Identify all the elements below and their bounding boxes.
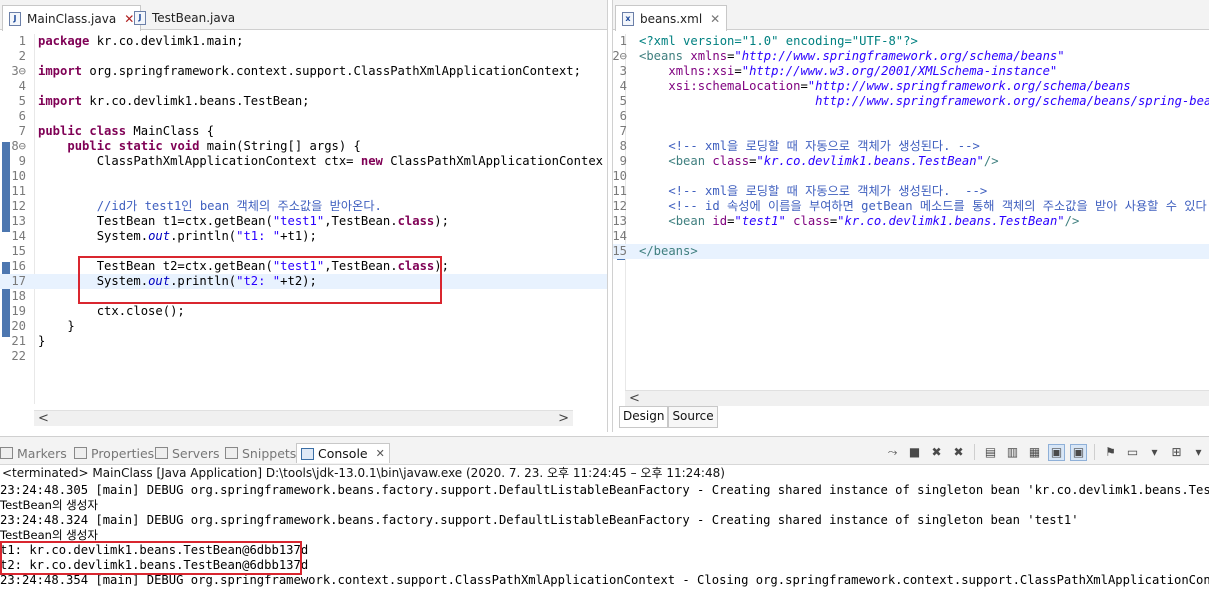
xml-editor-pane: x beans.xml ✕ 1 <?xml version="1.0" encod… <box>612 0 1209 432</box>
highlight-box <box>0 541 302 575</box>
code-line: 13 <bean id="test1" class="kr.co.devlimk… <box>612 214 1080 228</box>
code-line: 12 <!-- id 속성에 이름을 부여하면 getBean 메소드를 통해 … <box>612 199 1209 213</box>
toolbar-separator <box>1094 444 1095 460</box>
scroll-right-icon[interactable]: > <box>558 411 569 426</box>
tab-label: Console <box>318 446 368 461</box>
code-line-current: 15 </beans> <box>613 244 1209 259</box>
tab-mainclass-java[interactable]: J MainClass.java ✕ <box>2 5 142 31</box>
console-icon <box>301 447 314 460</box>
code-line: 14 System.out.println("t1: "+t1); <box>11 229 317 243</box>
word-wrap-icon[interactable]: ▦ <box>1026 444 1043 461</box>
tab-label: TestBean.java <box>152 11 236 25</box>
tab-design[interactable]: Design <box>619 406 669 428</box>
horizontal-scrollbar[interactable]: < > <box>34 410 573 426</box>
code-line: 1 <?xml version="1.0" encoding="UTF-8"?> <box>619 34 918 48</box>
tab-source[interactable]: Source <box>668 406 718 428</box>
console-pane: Markers Properties Servers Snippets Cons… <box>0 436 1209 592</box>
tab-label: Snippets <box>242 445 297 461</box>
markers-icon <box>0 447 13 459</box>
properties-icon <box>74 447 87 459</box>
code-line: 19 ctx.close(); <box>11 304 185 318</box>
code-line: 21} <box>11 334 46 348</box>
tab-properties[interactable]: Properties <box>74 443 154 463</box>
code-line: 8⊖ public static void main(String[] args… <box>11 139 361 153</box>
snippets-icon <box>225 447 238 459</box>
console-line: 23:24:48.354 [main] DEBUG org.springfram… <box>0 573 1209 587</box>
editor-tab-bar: x beans.xml ✕ <box>613 0 1209 31</box>
dropdown-chevron-icon[interactable]: ▾ <box>1146 444 1163 461</box>
open-console-icon[interactable]: ⊞ <box>1168 444 1185 461</box>
xml-file-icon: x <box>622 11 634 26</box>
code-line: 10 <box>612 169 627 183</box>
code-line: 11 <box>11 184 26 198</box>
java-editor-pane: J MainClass.java ✕ J TestBean.java 1 pack… <box>0 0 608 432</box>
code-line: 3 xmlns:xsi="http://www.w3.org/2001/XMLS… <box>619 64 1058 78</box>
scroll-left-icon[interactable]: < <box>38 411 49 426</box>
code-line: 3⊖ import org.springframework.context.sup… <box>11 64 581 78</box>
java-file-icon: J <box>9 11 21 26</box>
clear-console-icon[interactable]: ▤ <box>982 444 999 461</box>
console-status: <terminated> MainClass [Java Application… <box>2 466 725 480</box>
tab-label: MainClass.java <box>27 11 117 26</box>
console-line: 23:24:48.305 [main] DEBUG org.springfram… <box>0 483 1209 497</box>
tab-label: Markers <box>17 445 67 461</box>
code-line: 6 <box>619 109 627 123</box>
console-line: 23:24:48.324 [main] DEBUG org.springfram… <box>0 513 1079 527</box>
code-line: 5 import kr.co.devlimk1.beans.TestBean; <box>18 94 310 108</box>
code-line: 13 TestBean t1=ctx.getBean("test1",TestB… <box>11 214 449 228</box>
show-on-stdout-icon[interactable]: ▣ <box>1048 443 1065 461</box>
code-line: 2 <box>18 49 26 63</box>
editor-mode-tabs: Design Source <box>619 406 718 428</box>
java-file-icon: J <box>134 11 146 25</box>
code-line: 22 <box>11 349 26 363</box>
console-toolbar: ⤳ ■ ✖ ✖ ▤ ▥ ▦ ▣ ▣ ⚑ ▭ ▾ ⊞ ▾ <box>884 443 1207 461</box>
close-icon[interactable]: ✕ <box>376 447 385 460</box>
code-line: 7 <box>619 124 627 138</box>
code-line: 9 ClassPathXmlApplicationContext ctx= ne… <box>18 154 603 168</box>
horizontal-scrollbar[interactable]: < <box>625 390 1209 406</box>
code-line: 14 <box>612 229 627 243</box>
remove-all-launches-icon[interactable]: ✖ <box>950 444 967 461</box>
remove-launch-icon[interactable]: ✖ <box>928 444 945 461</box>
show-on-stderr-icon[interactable]: ▣ <box>1070 443 1087 461</box>
tab-markers[interactable]: Markers <box>0 443 67 463</box>
code-line: 2⊖ <beans xmlns="http://www.springframewo… <box>612 49 1065 63</box>
tab-snippets[interactable]: Snippets <box>225 443 296 463</box>
tab-beans-xml[interactable]: x beans.xml ✕ <box>615 5 728 31</box>
code-line: 8 <!-- xml을 로딩할 때 자동으로 객체가 생성된다. --> <box>619 139 980 153</box>
terminate-icon[interactable]: ■ <box>906 444 923 461</box>
disconnect-icon[interactable]: ⤳ <box>884 444 901 461</box>
close-icon[interactable]: ✕ <box>710 12 720 26</box>
code-line: 11 <!-- xml을 로딩할 때 자동으로 객체가 생성된다. --> <box>612 184 988 198</box>
code-line: 1 package kr.co.devlimk1.main; <box>18 34 244 48</box>
code-line: 5 http://www.springframework.org/schema/… <box>619 94 1209 108</box>
code-line: 6 <box>18 109 26 123</box>
dropdown-chevron-icon[interactable]: ▾ <box>1190 444 1207 461</box>
code-line: 20 } <box>11 319 75 333</box>
code-line: 9 <bean class="kr.co.devlimk1.beans.Test… <box>619 154 999 168</box>
tab-testbean-java[interactable]: J TestBean.java <box>128 6 241 30</box>
highlight-box <box>78 256 442 304</box>
view-tab-bar: Markers Properties Servers Snippets Cons… <box>0 437 1209 465</box>
tab-console[interactable]: Console ✕ <box>296 443 390 463</box>
code-line: 4 xsi:schemaLocation="http://www.springf… <box>619 79 1131 93</box>
display-console-icon[interactable]: ▭ <box>1124 444 1141 461</box>
servers-icon <box>155 447 168 459</box>
toolbar-separator <box>974 444 975 460</box>
console-line: TestBean의 생성자 <box>0 498 98 512</box>
pin-console-icon[interactable]: ⚑ <box>1102 444 1119 461</box>
tab-label: Properties <box>91 445 155 461</box>
code-line: 7 public class MainClass { <box>18 124 215 138</box>
editor-tab-bar: J MainClass.java ✕ J TestBean.java <box>0 0 607 31</box>
scroll-left-icon[interactable]: < <box>629 391 640 406</box>
tab-label: beans.xml <box>640 11 703 26</box>
code-line: 4 <box>18 79 26 93</box>
code-line: 10 <box>11 169 26 183</box>
tab-label: Servers <box>172 445 220 461</box>
console-output[interactable]: 23:24:48.305 [main] DEBUG org.springfram… <box>0 483 1209 592</box>
tab-servers[interactable]: Servers <box>155 443 220 463</box>
code-line: 12 //id가 test1인 bean 객체의 주소값을 받아온다. <box>11 199 382 213</box>
scroll-lock-icon[interactable]: ▥ <box>1004 444 1021 461</box>
